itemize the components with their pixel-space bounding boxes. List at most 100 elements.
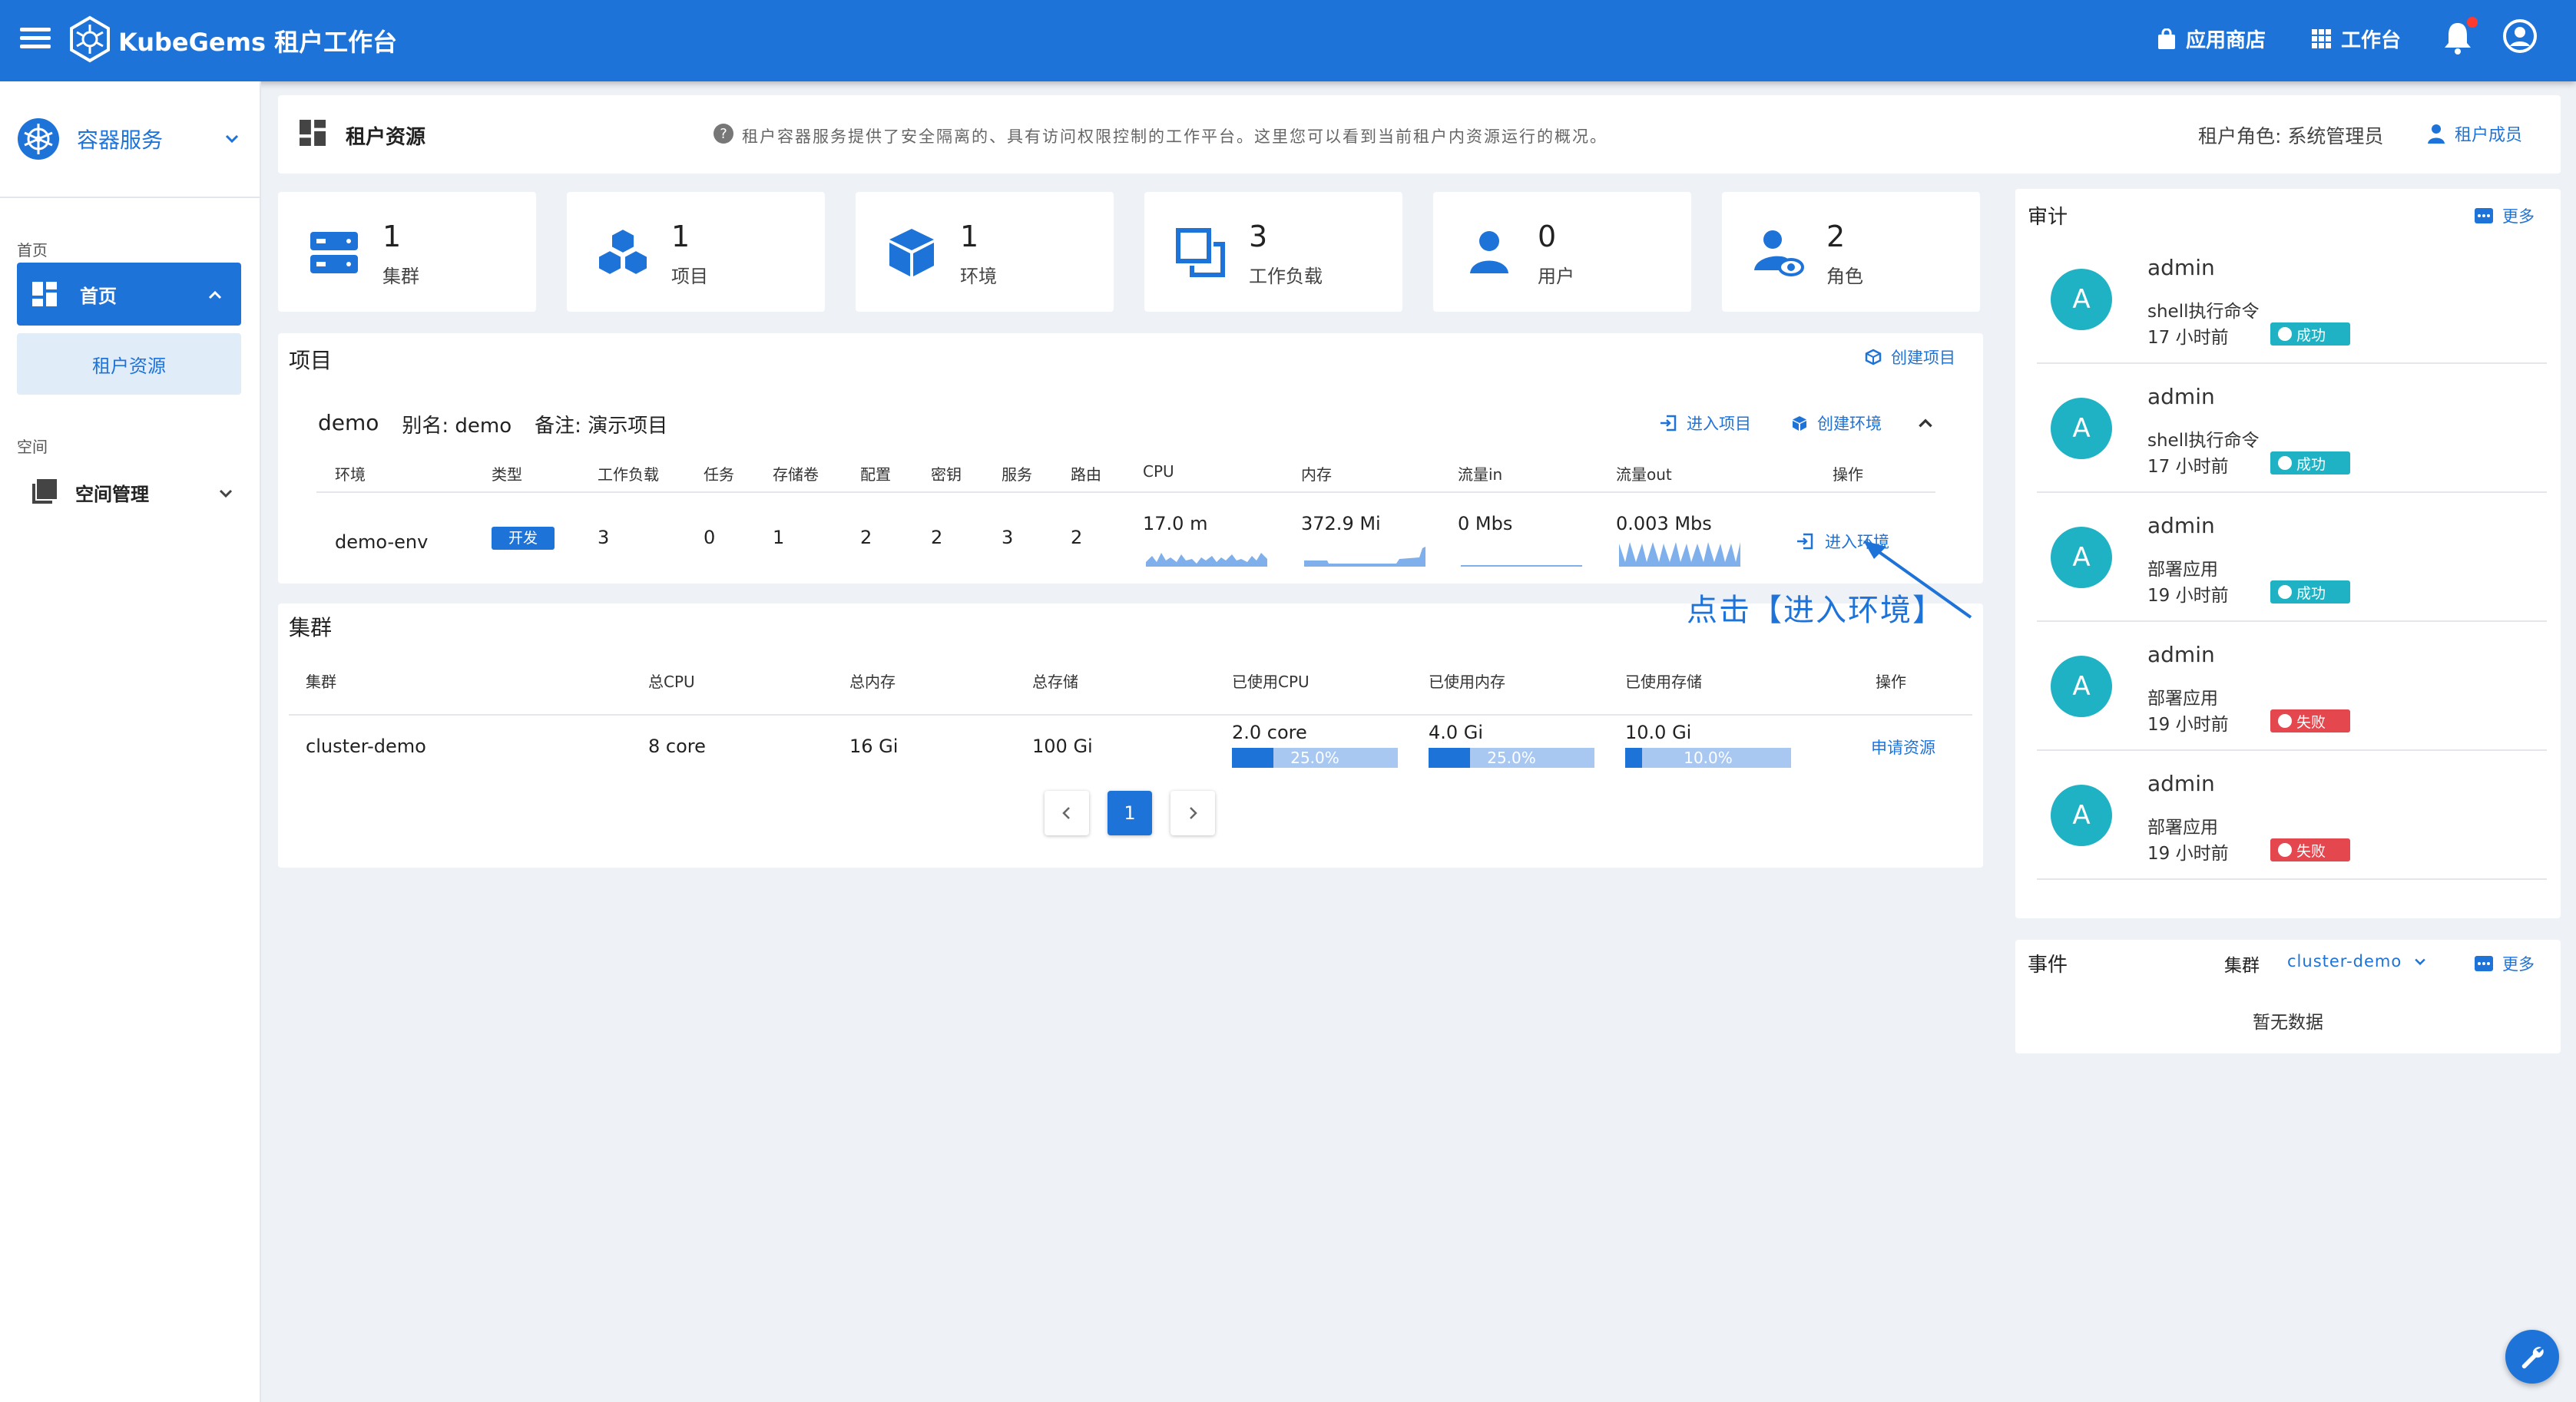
audit-item[interactable]: A admin shell执行命令 17 小时前 成功 xyxy=(2037,364,2547,493)
project-name: demo xyxy=(318,410,379,435)
audit-time: 17 小时前 xyxy=(2147,457,2229,477)
audit-item[interactable]: A admin 部署应用 19 小时前 失败 xyxy=(2037,751,2547,880)
stat-card-workloads[interactable]: 3 工作负载 xyxy=(1144,192,1402,312)
chevron-right-icon xyxy=(1190,807,1197,819)
audit-time: 17 小时前 xyxy=(2147,328,2229,348)
chevron-left-icon xyxy=(1062,807,1070,819)
more-icon xyxy=(2475,208,2493,223)
column-header: 任务 xyxy=(704,465,734,484)
cube-icon xyxy=(889,229,934,276)
audit-item[interactable]: A admin 部署应用 19 小时前 成功 xyxy=(2037,493,2547,622)
status-badge-failed: 失败 xyxy=(2270,709,2350,732)
cpu-sparkline xyxy=(1146,553,1267,567)
sidebar-item-home-label: 首页 xyxy=(80,285,117,307)
column-header: 流量in xyxy=(1458,465,1503,484)
env-cpu: 17.0 m xyxy=(1143,513,1208,534)
used-storage-value: 10.0 Gi xyxy=(1625,722,1692,743)
chevron-up-icon[interactable] xyxy=(1915,413,1935,433)
audit-action: shell执行命令 xyxy=(2147,302,2260,322)
audit-user: admin xyxy=(2147,255,2215,280)
chevron-up-icon xyxy=(208,290,222,299)
notifications-button[interactable] xyxy=(2442,17,2478,58)
column-header: 操作 xyxy=(1833,465,1863,484)
audit-user: admin xyxy=(2147,642,2215,667)
stat-card-clusters[interactable]: 1 集群 xyxy=(278,192,536,312)
sidebar-item-space-management[interactable]: 空间管理 xyxy=(17,465,241,519)
user-role-icon xyxy=(1754,230,1804,276)
service-label: 容器服务 xyxy=(77,127,164,153)
wrench-icon xyxy=(2521,1347,2544,1369)
sidebar-item-home[interactable]: 首页 xyxy=(17,263,241,326)
next-page-button[interactable] xyxy=(1170,791,1215,835)
events-more-button[interactable]: 更多 xyxy=(2475,952,2535,975)
tenant-members-button[interactable]: 租户成员 xyxy=(2425,121,2522,146)
clusters-title: 集群 xyxy=(289,615,333,640)
server-icon xyxy=(310,232,358,273)
stat-label: 集群 xyxy=(382,266,419,287)
audit-user: admin xyxy=(2147,771,2215,796)
layers-icon xyxy=(32,479,57,504)
create-project-button[interactable]: 创建项目 xyxy=(1865,346,1955,369)
used-storage-bar: 10.0% xyxy=(1625,748,1791,768)
env-name[interactable]: demo-env xyxy=(335,531,428,553)
settings-fab[interactable] xyxy=(2505,1330,2559,1384)
chevron-down-icon xyxy=(219,489,233,498)
audit-more-button[interactable]: 更多 xyxy=(2475,204,2535,227)
cube-outline-icon xyxy=(1865,349,1882,365)
check-circle-icon xyxy=(2278,327,2292,341)
project-note: 备注: 演示项目 xyxy=(535,415,668,438)
env-traffic-in: 0 Mbs xyxy=(1458,513,1513,534)
stat-card-projects[interactable]: 1 项目 xyxy=(567,192,825,312)
stat-value: 1 xyxy=(382,220,402,253)
column-header: 工作负载 xyxy=(598,465,659,484)
account-button[interactable] xyxy=(2502,18,2538,57)
page-button[interactable]: 1 xyxy=(1108,791,1152,835)
audit-action: 部署应用 xyxy=(2147,560,2218,580)
service-selector[interactable]: 容器服务 xyxy=(17,112,247,166)
create-environment-button[interactable]: 创建环境 xyxy=(1791,412,1882,435)
enter-project-button[interactable]: 进入项目 xyxy=(1659,412,1751,435)
stat-value: 2 xyxy=(1826,220,1846,253)
stat-card-roles[interactable]: 2 角色 xyxy=(1722,192,1980,312)
login-icon xyxy=(1797,533,1813,550)
table-divider xyxy=(289,714,1972,716)
project-row: demo 别名: demo 备注: 演示项目 xyxy=(318,410,667,438)
table-divider xyxy=(316,491,1935,493)
sidebar-item-tenant-resources[interactable]: 租户资源 xyxy=(17,333,241,395)
sidebar-divider xyxy=(0,197,261,198)
column-header: 总存储 xyxy=(1032,673,1078,691)
column-header: 操作 xyxy=(1876,673,1906,691)
env-routes: 2 xyxy=(1071,527,1083,548)
env-volumes: 1 xyxy=(773,527,785,548)
error-circle-icon xyxy=(2278,714,2292,728)
help-icon[interactable]: ? xyxy=(713,123,734,144)
prev-page-button[interactable] xyxy=(1045,791,1089,835)
create-environment-label: 创建环境 xyxy=(1817,415,1882,433)
create-project-label: 创建项目 xyxy=(1891,349,1955,367)
column-header: 类型 xyxy=(492,465,522,484)
stat-card-environments[interactable]: 1 环境 xyxy=(856,192,1114,312)
stat-label: 用户 xyxy=(1538,266,1574,287)
cluster-name[interactable]: cluster-demo xyxy=(306,736,426,757)
stat-card-users[interactable]: 0 用户 xyxy=(1433,192,1691,312)
menu-icon[interactable] xyxy=(20,23,51,54)
column-header: 总CPU xyxy=(648,673,695,691)
avatar: A xyxy=(2051,527,2112,588)
events-cluster-select[interactable]: cluster-demo xyxy=(2287,952,2428,970)
audit-time: 19 小时前 xyxy=(2147,715,2229,735)
pagination: 1 xyxy=(1045,791,1215,835)
used-memory-percent: 25.0% xyxy=(1487,749,1536,767)
traffic-out-sparkline xyxy=(1619,542,1740,567)
request-resources-link[interactable]: 申请资源 xyxy=(1871,736,1935,759)
audit-item[interactable]: A admin shell执行命令 17 小时前 成功 xyxy=(2037,235,2547,364)
env-secrets: 2 xyxy=(931,527,943,548)
stat-value: 1 xyxy=(960,220,979,253)
stat-label: 角色 xyxy=(1826,266,1863,287)
column-header: CPU xyxy=(1143,462,1174,481)
audit-more-label: 更多 xyxy=(2502,207,2535,226)
app-store-button[interactable]: 应用商店 xyxy=(2157,25,2266,53)
used-cpu: 2.0 core 25.0% xyxy=(1232,722,1398,768)
cubes-icon xyxy=(598,227,648,276)
workbench-button[interactable]: 工作台 xyxy=(2312,25,2401,53)
audit-item[interactable]: A admin 部署应用 19 小时前 失败 xyxy=(2037,622,2547,751)
